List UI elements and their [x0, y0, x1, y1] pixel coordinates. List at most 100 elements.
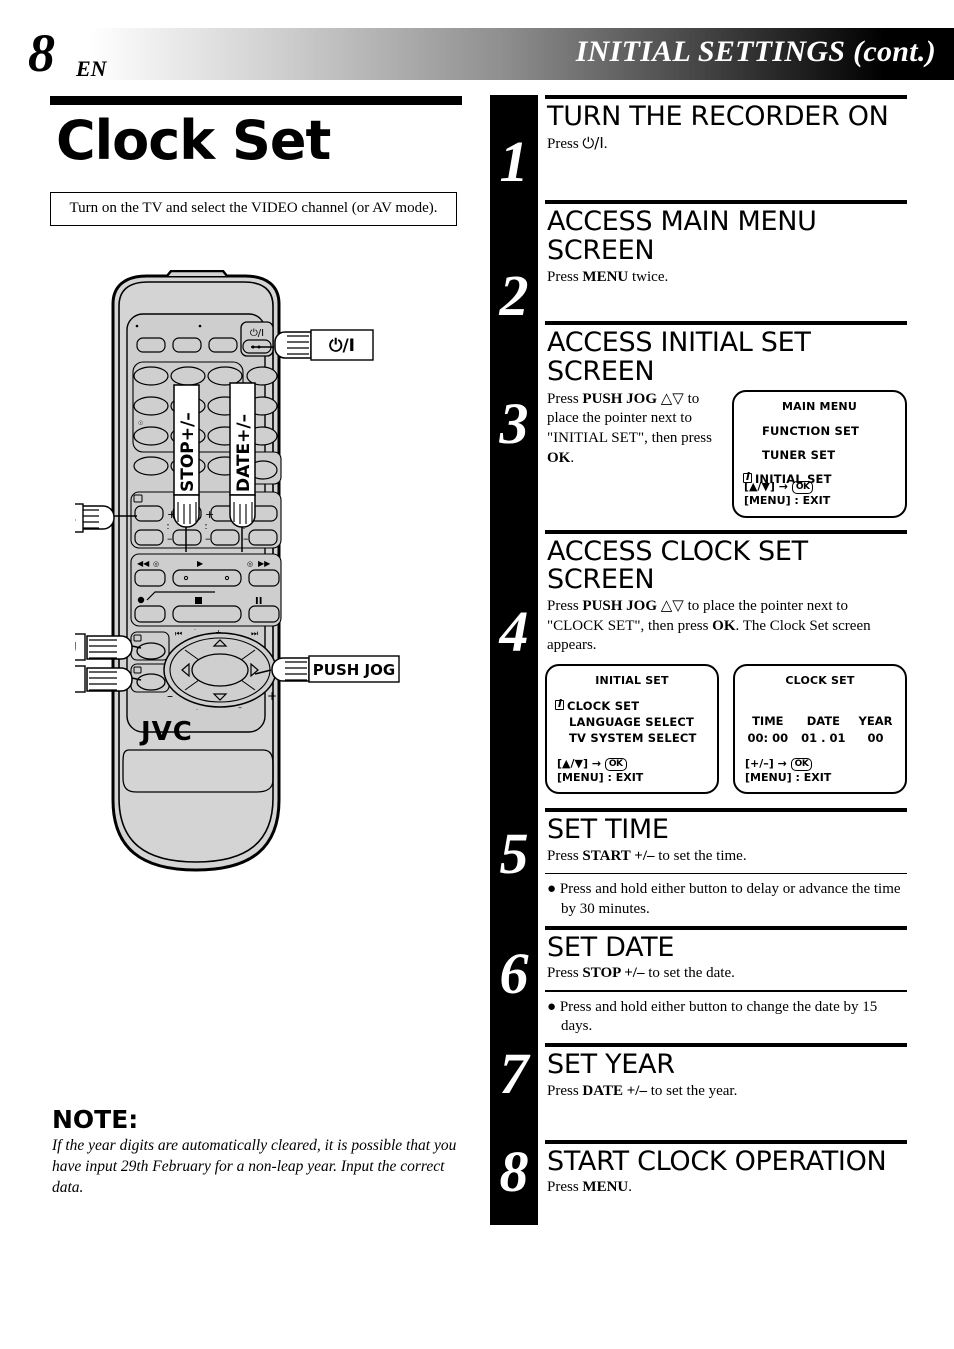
step-6-bullet: ● Press and hold either button to change… — [547, 998, 878, 1035]
t: DATE +/– — [582, 1082, 647, 1099]
step-number-8: 8 — [499, 1139, 529, 1204]
t: [▲/▼] → — [743, 480, 792, 494]
push-jog-callout-label: PUSH JOG — [313, 661, 395, 679]
menu-callout-label: MENU — [75, 639, 77, 657]
step-2-heading: ACCESS MAIN MENU SCREEN — [547, 206, 817, 267]
step-number-6: 6 — [499, 941, 529, 1006]
remote-plus-minus-rows: + + + – – – — [130, 491, 282, 549]
header-title: INITIAL SETTINGS (cont.) — [575, 35, 936, 68]
step-2: ACCESS MAIN MENU SCREEN Press MENU twice… — [545, 200, 907, 321]
svg-text:▶▶: ▶▶ — [258, 559, 271, 568]
t: TIME — [752, 714, 784, 729]
step-5: SET TIME Press START +/– to set the time… — [545, 808, 907, 920]
t: twice. — [628, 268, 669, 285]
step-6-heading: SET DATE — [547, 931, 675, 963]
osd-main-menu: MAIN MENU FUNCTION SET TUNER SET INITIAL… — [731, 389, 907, 518]
svg-text:◎: ◎ — [153, 560, 159, 568]
step-rule — [545, 95, 907, 99]
t: Press — [547, 965, 583, 982]
svg-text:–: – — [243, 532, 249, 545]
step-1-body: Press ⏻/I. — [547, 134, 907, 155]
svg-text:⏻/I: ⏻/I — [250, 328, 264, 339]
step-number-1: 1 — [499, 129, 529, 194]
t: [MENU] : EXIT — [745, 771, 832, 785]
date-callout-label: DATE+/– — [234, 414, 254, 492]
step-3: ACCESS INITIAL SET SCREEN Press PUSH JOG… — [545, 321, 907, 529]
step-5-heading: SET TIME — [547, 814, 669, 846]
osd-main-menu-item-0: FUNCTION SET — [761, 423, 860, 438]
step-7: SET YEAR Press DATE +/– to set the year. — [545, 1043, 907, 1139]
step-4-heading: ACCESS CLOCK SET SCREEN — [547, 535, 808, 596]
svg-text:+: + — [267, 689, 277, 703]
osd-clock-col-year: YEAR 00 — [859, 713, 893, 746]
t: Press and hold either button to delay or… — [559, 881, 901, 917]
step-rule — [545, 200, 907, 205]
t: PUSH JOG — [582, 390, 658, 407]
step-number-4: 4 — [499, 599, 529, 664]
t: 00 — [867, 730, 884, 745]
t: to set the year. — [646, 1082, 738, 1099]
step-number-bar: 1 2 3 4 5 6 7 8 — [490, 95, 538, 1225]
page-title: Clock Set — [56, 109, 331, 172]
osd-initial-set-item-2: TV SYSTEM SELECT — [569, 731, 697, 746]
osd-main-menu-title: MAIN MENU — [781, 399, 857, 413]
left-column: Clock Set Turn on the TV and select the … — [50, 96, 468, 226]
pointer-icon — [555, 699, 566, 712]
step-5-body: Press START +/– to set the time. — [547, 847, 907, 867]
svg-text:·: · — [196, 707, 198, 714]
t: Press — [547, 1179, 583, 1196]
osd-initial-set-item-1: LANGUAGE SELECT — [569, 715, 695, 730]
step-1-heading: TURN THE RECORDER ON — [547, 101, 889, 132]
step-subrule — [545, 872, 907, 875]
svg-text:+: + — [205, 508, 214, 521]
power-glyph: ⏻/I — [582, 133, 604, 152]
t: Press — [547, 268, 583, 285]
step-3-body: Press PUSH JOG △▽ to place the pointer n… — [547, 390, 722, 469]
svg-text:⏮: ⏮ — [175, 629, 182, 638]
svg-text:·: · — [194, 627, 196, 634]
t: 00: 00 — [747, 730, 789, 745]
step-4-body: Press PUSH JOG △▽ to place the pointer n… — [547, 597, 907, 656]
step-rule — [545, 925, 907, 930]
preparation-text: Turn on the TV and select the VIDEO chan… — [69, 200, 438, 217]
step-8: START CLOCK OPERATION Press MENU. — [545, 1139, 907, 1232]
osd-main-menu-footer: [▲/▼] → OK [MENU] : EXIT — [744, 480, 830, 507]
svg-text:⏭: ⏭ — [251, 629, 258, 638]
svg-text:II: II — [255, 596, 262, 607]
step-6-body: Press STOP +/– to set the date. — [547, 964, 907, 984]
step-3-heading: ACCESS INITIAL SET SCREEN — [547, 327, 811, 388]
t: [+/–] → — [745, 757, 791, 771]
svg-text:–: – — [167, 689, 173, 703]
note-block: NOTE: If the year digits are automatical… — [52, 1105, 472, 1199]
osd-initial-set-item-0-row: CLOCK SET — [555, 699, 717, 713]
osd-initial-set: INITIAL SET CLOCK SET LANGUAGE SELECT TV… — [545, 664, 719, 795]
note-heading: NOTE: — [52, 1105, 139, 1134]
svg-text:◎: ◎ — [247, 560, 253, 568]
power-callout-label: ⏻/I — [329, 336, 355, 356]
t: [MENU] : EXIT — [557, 771, 644, 785]
svg-text:–: – — [205, 532, 211, 545]
start-callout-label: START+/– — [75, 510, 76, 528]
t: Press — [547, 597, 583, 614]
t: Press and hold either button to change t… — [559, 998, 878, 1035]
svg-text:☉: ☉ — [138, 420, 143, 427]
svg-text:–: – — [238, 703, 242, 712]
step-rule — [545, 808, 907, 813]
step-1: TURN THE RECORDER ON Press ⏻/I. — [545, 95, 907, 200]
t: to set the date. — [644, 965, 735, 982]
t: Press — [547, 847, 583, 864]
page-language-code: EN — [76, 56, 107, 81]
osd-clock-set: CLOCK SET TIME 00: 00 DATE 01 . 01 YEAR 00 … — [733, 664, 907, 795]
step-rule — [545, 529, 907, 534]
step-6: SET DATE Press STOP +/– to set the date.… — [545, 925, 907, 1038]
svg-text:◀◀: ◀◀ — [137, 559, 150, 568]
t: OK — [712, 617, 736, 634]
note-body: If the year digits are automatically cle… — [52, 1137, 457, 1196]
remote-transport-controls: ◀◀ ◎ ▶ ◎ ▶▶ II — [130, 553, 282, 627]
t: OK — [547, 450, 571, 467]
title-rule — [50, 96, 462, 105]
t: Press — [547, 1082, 583, 1099]
preparation-box: Turn on the TV and select the VIDEO chan… — [50, 191, 457, 226]
t: . — [570, 450, 575, 467]
t: Press — [547, 390, 583, 407]
